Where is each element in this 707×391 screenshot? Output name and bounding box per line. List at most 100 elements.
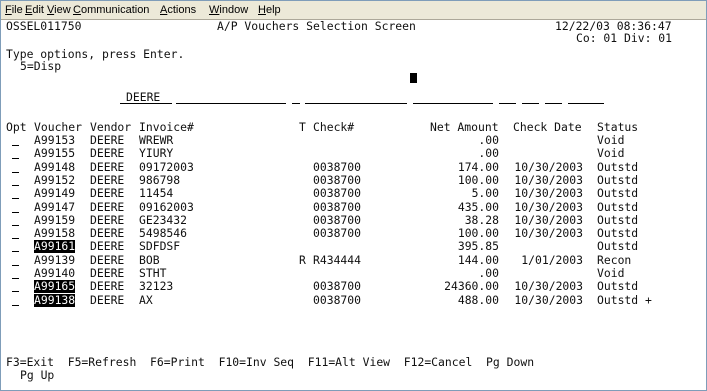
option-input[interactable]: [12, 251, 19, 253]
cell-check: R434444: [313, 252, 362, 267]
cell-vendor: DEERE: [90, 239, 125, 254]
cell-status: Outstd: [597, 226, 639, 241]
menu-actions[interactable]: Actions: [160, 4, 196, 16]
check-filter-field[interactable]: [305, 103, 407, 104]
invoice-filter-field[interactable]: [176, 103, 286, 104]
cell-invoice: 09172003: [139, 159, 194, 174]
cell-voucher: A99149: [34, 186, 76, 201]
cell-check: 0038700: [313, 159, 362, 174]
cell-status: Outstd: [597, 186, 639, 201]
cell-vendor: DEERE: [90, 212, 125, 227]
menu-help[interactable]: Help: [258, 4, 281, 16]
cell-check: 0038700: [313, 186, 362, 201]
menu-window[interactable]: Window: [209, 4, 248, 16]
option-input[interactable]: [12, 264, 19, 266]
cell-t: R: [299, 252, 306, 267]
cell-net: .00: [478, 133, 499, 147]
cell-check-date: 10/30/2003: [514, 199, 583, 214]
option-input[interactable]: [12, 184, 19, 186]
cell-status: Outstd: [597, 279, 639, 294]
cell-check-date: 10/30/2003: [514, 226, 583, 241]
cell-net: .00: [478, 266, 499, 280]
cell-check: 0038700: [313, 292, 362, 307]
cell-check-date: 10/30/2003: [514, 186, 583, 201]
col-type: T: [299, 120, 306, 134]
option-input[interactable]: [12, 278, 19, 279]
status-filter-field[interactable]: [568, 103, 604, 104]
page-up-key: Pg Up: [20, 368, 55, 382]
cell-invoice: 09162003: [139, 199, 194, 214]
cell-status: Outstd +: [597, 292, 652, 307]
cell-net: 100.00: [457, 226, 499, 241]
cell-voucher: A99152: [34, 172, 76, 187]
cell-check: 0038700: [313, 226, 362, 241]
menu-edit[interactable]: Edit: [25, 4, 44, 16]
cell-vendor: DEERE: [90, 186, 125, 201]
cell-voucher: A99155: [34, 146, 76, 161]
cell-check: 0038700: [313, 199, 362, 214]
cell-vendor: DEERE: [90, 279, 125, 294]
cell-net: 395.85: [457, 239, 499, 254]
option-input[interactable]: [12, 171, 19, 173]
cell-status: Recon: [597, 252, 632, 267]
check-date-day-field[interactable]: [522, 103, 539, 104]
cell-check-date: 10/30/2003: [514, 172, 583, 187]
cell-vendor: DEERE: [90, 226, 125, 241]
option-input[interactable]: [12, 211, 19, 213]
check-date-month-field[interactable]: [499, 103, 516, 104]
cell-net: 488.00: [457, 292, 499, 307]
cell-voucher: A99138: [34, 292, 76, 307]
cell-invoice: GE23432: [139, 212, 188, 227]
page-title: A/P Vouchers Selection Screen: [217, 19, 416, 33]
cell-vendor: DEERE: [90, 252, 125, 267]
cell-check-date: 1/01/2003: [521, 252, 583, 267]
cell-invoice: 986798: [139, 172, 181, 187]
option-input[interactable]: [12, 158, 19, 160]
cell-vendor: DEERE: [90, 159, 125, 174]
option-input[interactable]: [12, 198, 19, 200]
option-input[interactable]: [12, 291, 19, 293]
cell-vendor: DEERE: [90, 146, 125, 161]
cell-status: Void: [597, 266, 625, 280]
cell-invoice: STHT: [139, 266, 167, 280]
cell-voucher: A99153: [34, 133, 76, 147]
program-id: OSSEL011750: [6, 19, 82, 33]
cell-check: 0038700: [313, 279, 362, 294]
cell-check-date: 10/30/2003: [514, 159, 583, 174]
net-amount-filter-field[interactable]: [413, 103, 493, 104]
cell-vendor: DEERE: [90, 199, 125, 214]
option-input[interactable]: [12, 238, 19, 240]
cell-invoice: WREWR: [139, 133, 174, 147]
option-input[interactable]: [12, 224, 19, 226]
menu-file[interactable]: File: [5, 4, 23, 16]
option-input[interactable]: [12, 304, 19, 306]
cell-vendor: DEERE: [90, 172, 125, 187]
cell-net: 174.00: [457, 159, 499, 174]
cell-net: 435.00: [457, 199, 499, 214]
cell-voucher: A99165: [34, 279, 76, 294]
cell-voucher: A99159: [34, 212, 76, 227]
cell-vendor: DEERE: [90, 133, 125, 147]
menu-bar: File Edit View Communication Actions Window He…: [1, 1, 706, 20]
col-check: Check#: [313, 120, 355, 134]
menu-view[interactable]: View: [47, 4, 71, 16]
cell-net: 38.28: [464, 212, 499, 227]
option-input[interactable]: [12, 145, 19, 146]
cell-voucher: A99158: [34, 226, 76, 241]
cell-net: 144.00: [457, 252, 499, 267]
cell-check-date: 10/30/2003: [514, 212, 583, 227]
cell-status: Outstd: [597, 159, 639, 174]
cell-check-date: 10/30/2003: [514, 292, 583, 307]
cell-vendor: DEERE: [90, 292, 125, 307]
cell-status: Void: [597, 133, 625, 147]
menu-communication[interactable]: Communication: [73, 4, 149, 16]
terminal-screen: OSSEL011750 A/P Vouchers Selection Scree…: [2, 20, 706, 390]
cell-invoice: 11454: [139, 186, 174, 201]
cell-check: 0038700: [313, 172, 362, 187]
cell-net: 5.00: [471, 186, 499, 201]
cell-status: Outstd: [597, 212, 639, 227]
type-filter-field[interactable]: [292, 103, 300, 104]
cell-invoice: SDFDSF: [139, 239, 181, 254]
check-date-year-field[interactable]: [545, 103, 562, 104]
cell-invoice: YIURY: [139, 146, 174, 161]
